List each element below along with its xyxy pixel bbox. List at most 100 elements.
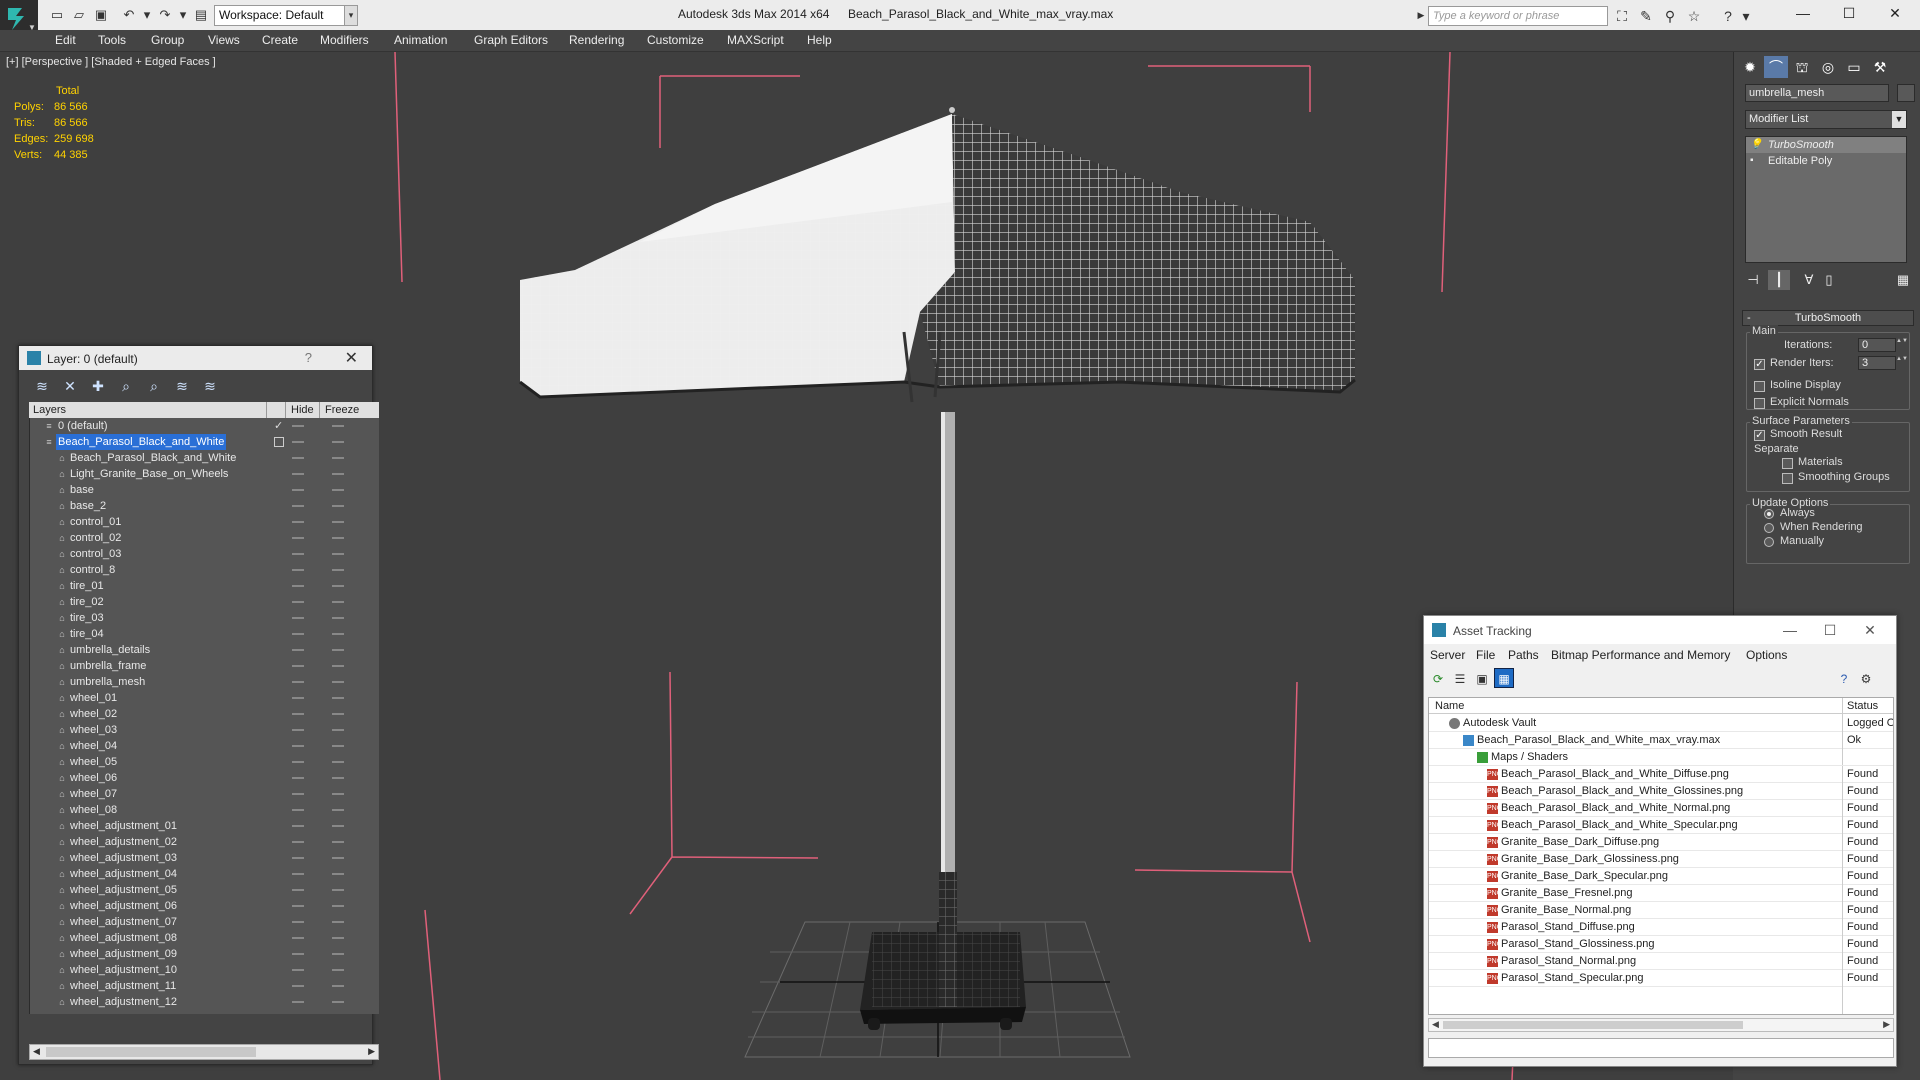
layer-row[interactable]: ⌂ wheel_adjustment_12 bbox=[30, 994, 379, 1010]
when-rendering-radio[interactable] bbox=[1764, 523, 1774, 533]
communication-center-icon[interactable]: ⚲ bbox=[1660, 6, 1680, 26]
freeze-toggle[interactable] bbox=[332, 617, 344, 619]
layer-panel-titlebar[interactable]: Layer: 0 (default) ? ✕ bbox=[19, 346, 372, 370]
asset-row[interactable]: Autodesk Vault Logged Out bbox=[1429, 715, 1893, 732]
search-input[interactable]: Type a keyword or phrase bbox=[1428, 6, 1608, 26]
layer-row[interactable]: ⌂ control_03 bbox=[30, 546, 379, 562]
hide-toggle[interactable] bbox=[292, 713, 304, 715]
freeze-toggle[interactable] bbox=[332, 793, 344, 795]
help-icon[interactable]: ? bbox=[1718, 6, 1738, 26]
hide-toggle[interactable] bbox=[292, 601, 304, 603]
status-column-header[interactable]: Status bbox=[1847, 700, 1878, 712]
freeze-toggle[interactable] bbox=[332, 873, 344, 875]
object-color-swatch[interactable] bbox=[1897, 84, 1915, 102]
layer-row[interactable]: ⌂ wheel_03 bbox=[30, 722, 379, 738]
scroll-thumb[interactable] bbox=[46, 1047, 256, 1057]
layer-row[interactable]: ⌂ wheel_01 bbox=[30, 690, 379, 706]
scroll-right-icon[interactable]: ▶ bbox=[368, 1046, 375, 1057]
freeze-toggle[interactable] bbox=[332, 633, 344, 635]
freeze-all-icon[interactable]: ≋ bbox=[199, 375, 221, 397]
hide-toggle[interactable] bbox=[292, 969, 304, 971]
freeze-toggle[interactable] bbox=[332, 457, 344, 459]
freeze-toggle[interactable] bbox=[332, 985, 344, 987]
freeze-toggle[interactable] bbox=[332, 761, 344, 763]
utilities-tab-icon[interactable]: ⚒ bbox=[1868, 56, 1892, 78]
freeze-toggle[interactable] bbox=[332, 697, 344, 699]
menu-edit[interactable]: Edit bbox=[55, 33, 76, 47]
layer-row[interactable]: ⌂ umbrella_details bbox=[30, 642, 379, 658]
make-current-box[interactable] bbox=[274, 437, 284, 447]
project-folder-icon[interactable]: ▤ bbox=[192, 6, 210, 24]
menu-help[interactable]: Help bbox=[807, 33, 832, 47]
layer-row[interactable]: ⌂ base bbox=[30, 482, 379, 498]
hide-toggle[interactable] bbox=[292, 921, 304, 923]
maximize-button[interactable]: ☐ bbox=[1810, 618, 1850, 642]
asset-row[interactable]: PNG Beach_Parasol_Black_and_White_Glossin… bbox=[1429, 783, 1893, 800]
object-name-field[interactable]: umbrella_mesh bbox=[1745, 84, 1889, 102]
menu-tools[interactable]: Tools bbox=[98, 33, 126, 47]
layer-row[interactable]: ⌂ control_01 bbox=[30, 514, 379, 530]
delete-layer-icon[interactable]: ✕ bbox=[59, 375, 81, 397]
layer-row[interactable]: ⌂ wheel_adjustment_07 bbox=[30, 914, 379, 930]
layer-row[interactable]: ⌂ wheel_07 bbox=[30, 786, 379, 802]
freeze-toggle[interactable] bbox=[332, 649, 344, 651]
hide-toggle[interactable] bbox=[292, 441, 304, 443]
hide-toggle[interactable] bbox=[292, 633, 304, 635]
freeze-toggle[interactable] bbox=[332, 489, 344, 491]
list-view-icon[interactable]: ☰ bbox=[1450, 668, 1470, 688]
freeze-toggle[interactable] bbox=[332, 665, 344, 667]
layer-row[interactable]: ⌂ wheel_04 bbox=[30, 738, 379, 754]
layer-row[interactable]: ⌂ base_2 bbox=[30, 498, 379, 514]
hide-toggle[interactable] bbox=[292, 425, 304, 427]
freeze-toggle[interactable] bbox=[332, 425, 344, 427]
menu-animation[interactable]: Animation bbox=[394, 33, 447, 47]
remove-modifier-icon[interactable]: ▯ bbox=[1818, 270, 1840, 290]
freeze-toggle[interactable] bbox=[332, 857, 344, 859]
freeze-toggle[interactable] bbox=[332, 921, 344, 923]
add-to-layer-icon[interactable]: ✚ bbox=[87, 375, 109, 397]
menu-file[interactable]: File bbox=[1476, 648, 1495, 662]
layer-row[interactable]: ≡ Beach_Parasol_Black_and_White bbox=[30, 434, 379, 450]
close-button[interactable]: ✕ bbox=[1850, 618, 1890, 642]
hide-toggle[interactable] bbox=[292, 649, 304, 651]
turbosmooth-rollout-header[interactable]: - TurboSmooth bbox=[1742, 310, 1914, 326]
asset-row[interactable]: PNG Granite_Base_Fresnel.png Found bbox=[1429, 885, 1893, 902]
hide-toggle[interactable] bbox=[292, 569, 304, 571]
layer-row[interactable]: ⌂ wheel_08 bbox=[30, 802, 379, 818]
hide-toggle[interactable] bbox=[292, 873, 304, 875]
freeze-toggle[interactable] bbox=[332, 841, 344, 843]
stack-item-editable-poly[interactable]: ▪ Editable Poly bbox=[1746, 153, 1906, 169]
spinner-arrows-icon[interactable]: ▲▼ bbox=[1896, 356, 1908, 370]
show-end-result-icon[interactable]: ┃ bbox=[1768, 270, 1790, 290]
close-button[interactable]: ✕ bbox=[1872, 0, 1918, 26]
smooth-result-checkbox[interactable]: ✓ bbox=[1754, 430, 1765, 441]
asset-row[interactable]: PNG Parasol_Stand_Normal.png Found bbox=[1429, 953, 1893, 970]
iterations-spinner[interactable]: 0 bbox=[1858, 338, 1896, 352]
pin-stack-icon[interactable]: ⊣ bbox=[1742, 270, 1764, 290]
thumbnail-view-icon[interactable]: ▣ bbox=[1472, 668, 1492, 688]
open-file-icon[interactable]: ▱ bbox=[70, 6, 88, 24]
layer-row[interactable]: ⌂ wheel_adjustment_09 bbox=[30, 946, 379, 962]
search-expand-icon[interactable]: ▶ bbox=[1416, 7, 1426, 23]
menu-server[interactable]: Server bbox=[1430, 648, 1465, 662]
expand-plus-icon[interactable]: ▪ bbox=[1750, 153, 1754, 169]
hide-toggle[interactable] bbox=[292, 857, 304, 859]
always-radio[interactable] bbox=[1764, 509, 1774, 519]
hide-toggle[interactable] bbox=[292, 729, 304, 731]
hide-column-header[interactable]: Hide bbox=[291, 404, 314, 416]
hide-toggle[interactable] bbox=[292, 697, 304, 699]
freeze-toggle[interactable] bbox=[332, 585, 344, 587]
layer-row[interactable]: ⌂ wheel_adjustment_10 bbox=[30, 962, 379, 978]
hide-toggle[interactable] bbox=[292, 761, 304, 763]
spinner-arrows-icon[interactable]: ▲▼ bbox=[1896, 338, 1908, 352]
asset-row[interactable]: PNG Parasol_Stand_Diffuse.png Found bbox=[1429, 919, 1893, 936]
hide-toggle[interactable] bbox=[292, 777, 304, 779]
freeze-toggle[interactable] bbox=[332, 1001, 344, 1003]
favorites-star-icon[interactable]: ☆ bbox=[1684, 6, 1704, 26]
hide-toggle[interactable] bbox=[292, 985, 304, 987]
menu-options[interactable]: Options bbox=[1746, 648, 1787, 662]
hide-toggle[interactable] bbox=[292, 809, 304, 811]
help-dropdown-icon[interactable]: ▾ bbox=[1736, 6, 1756, 26]
maximize-button[interactable]: ☐ bbox=[1826, 0, 1872, 26]
menu-views[interactable]: Views bbox=[208, 33, 240, 47]
